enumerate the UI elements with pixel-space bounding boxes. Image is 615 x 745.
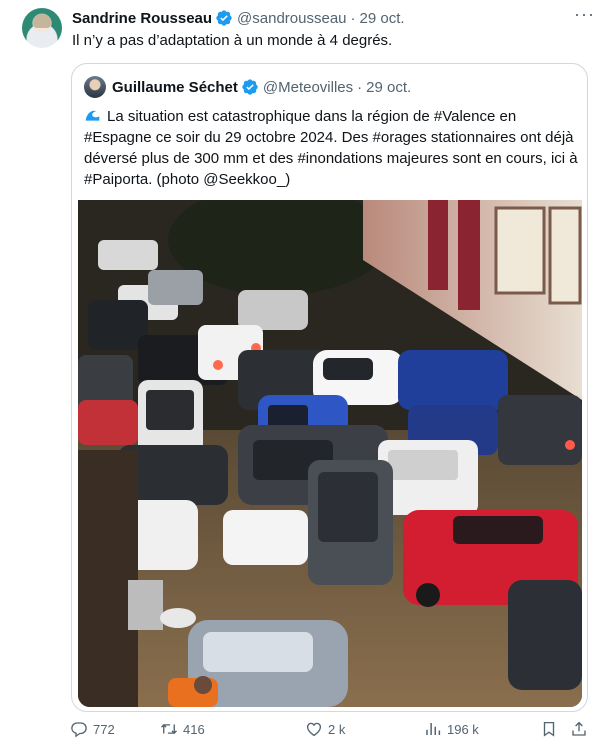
- tweet-text: Il n’y a pas d’adaptation à un monde à 4…: [72, 32, 393, 49]
- flood-photo[interactable]: [78, 200, 582, 707]
- flood-photo-image: [78, 200, 582, 707]
- quoted-tweet[interactable]: Guillaume Séchet @Meteovilles · 29 oct. …: [71, 63, 588, 712]
- quoted-author-name: Guillaume Séchet: [112, 78, 238, 96]
- views-button[interactable]: 196 k: [424, 720, 479, 738]
- author-avatar[interactable]: [22, 8, 62, 48]
- views-count: 196 k: [447, 721, 479, 737]
- reply-icon: [71, 722, 87, 738]
- quote-text-part: . (photo @Seekkoo_): [148, 171, 291, 188]
- reply-button[interactable]: 772: [70, 720, 115, 738]
- separator: ·: [350, 9, 356, 27]
- author-name[interactable]: Sandrine Rousseau: [72, 10, 212, 27]
- share-button[interactable]: [570, 720, 588, 738]
- separator: ·: [357, 78, 363, 96]
- bookmark-button[interactable]: [540, 720, 558, 738]
- quoted-tweet-header: Guillaume Séchet @Meteovilles · 29 oct.: [84, 76, 411, 98]
- like-count: 2 k: [328, 721, 346, 737]
- hashtag-inondations[interactable]: #inondations: [297, 150, 382, 167]
- quote-text-part: ce soir du 29 octobre 2024. Des: [151, 129, 373, 146]
- hashtag-orages[interactable]: #orages: [373, 129, 427, 146]
- views-chart-icon: [426, 723, 441, 735]
- heart-icon: [306, 722, 322, 737]
- retweet-icon: [161, 723, 177, 735]
- tweet-header: Sandrine Rousseau @sandrousseau · 29 oct…: [72, 4, 595, 28]
- verified-badge-icon: [216, 10, 232, 26]
- quote-text-part: majeures sont en cours, ici à: [382, 150, 578, 167]
- tweet: Sandrine Rousseau @sandrousseau · 29 oct…: [0, 0, 615, 745]
- reply-count: 772: [93, 721, 115, 737]
- water-wave-icon: [84, 107, 101, 124]
- more-options-icon[interactable]: ···: [574, 4, 595, 25]
- hashtag-espagne[interactable]: #Espagne: [84, 129, 152, 146]
- quoted-author-handle: @Meteovilles: [262, 78, 354, 96]
- tweet-actions: 772 416 2 k 196 k: [70, 720, 590, 742]
- hashtag-valence[interactable]: #Valence: [434, 108, 495, 125]
- quoted-tweet-date: 29 oct.: [366, 78, 412, 96]
- retweet-count: 416: [183, 721, 205, 737]
- bookmark-icon: [543, 721, 555, 737]
- author-handle[interactable]: @sandrousseau: [237, 10, 346, 27]
- quote-text-part: en: [495, 108, 517, 125]
- like-button[interactable]: 2 k: [305, 720, 345, 738]
- hashtag-paiporta[interactable]: #Paiporta: [84, 171, 148, 188]
- quote-text-part: La situation est catastrophique dans la …: [107, 108, 434, 125]
- tweet-date[interactable]: 29 oct.: [360, 10, 405, 27]
- verified-badge-icon: [242, 79, 258, 95]
- share-icon: [572, 721, 586, 736]
- retweet-button[interactable]: 416: [160, 720, 205, 738]
- quoted-tweet-text: La situation est catastrophique dans la …: [84, 106, 579, 190]
- quoted-author-avatar: [84, 76, 106, 98]
